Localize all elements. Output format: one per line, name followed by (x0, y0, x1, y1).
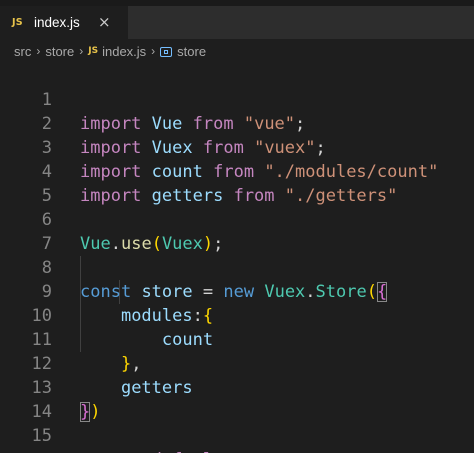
breadcrumb-file[interactable]: index.js (102, 44, 146, 59)
chevron-right-icon: › (151, 44, 156, 58)
line-number: 15 (31, 426, 52, 446)
code-line-15[interactable]: 15 export default store; (0, 400, 474, 453)
code-line-6[interactable]: 6 Vue.use(Vuex); (0, 184, 474, 254)
code-line-1[interactable]: 1 import Vue from "vue"; (0, 64, 474, 134)
javascript-file-icon: JS (12, 17, 23, 28)
breadcrumb-folder-src[interactable]: src (14, 44, 31, 59)
code-line-4[interactable]: 4 import getters from "./getters" (0, 136, 474, 206)
code-line-11[interactable]: 11 }, (0, 304, 474, 374)
javascript-file-icon: JS (88, 46, 99, 56)
chevron-right-icon: › (36, 44, 41, 58)
code-line-13[interactable]: 13 }) (0, 352, 474, 422)
code-line-14[interactable]: 14 (0, 376, 474, 422)
chevron-right-icon: › (79, 44, 84, 58)
code-line-8[interactable]: 8 const store = new Vuex.Store({ (0, 232, 474, 302)
tab-index-js[interactable]: JS index.js × (0, 6, 128, 39)
breadcrumb-folder-store[interactable]: store (45, 44, 74, 59)
tab-label: index.js (34, 15, 80, 30)
code-line-3[interactable]: 3 import count from "./modules/count" (0, 112, 474, 182)
breadcrumb-symbol[interactable]: store (177, 44, 206, 59)
close-icon[interactable]: × (98, 13, 111, 31)
code-line-12[interactable]: 12 getters (0, 328, 474, 398)
code-line-7[interactable]: 7 (0, 208, 474, 254)
variable-symbol-icon (160, 47, 173, 57)
editor-area[interactable]: 1 import Vue from "vue"; 2 import Vuex f… (0, 64, 474, 453)
tab-bar: JS index.js × (0, 0, 474, 39)
code-line-10[interactable]: 10 count (0, 280, 474, 350)
code-line-2[interactable]: 2 import Vuex from "vuex"; (0, 88, 474, 158)
code-line-5[interactable]: 5 (0, 160, 474, 206)
breadcrumb: src › store › JS index.js › store (0, 39, 474, 63)
code-editor-window: JS index.js × src › store › JS index.js … (0, 0, 474, 453)
code-line-9[interactable]: 9 modules:{ (0, 256, 474, 326)
